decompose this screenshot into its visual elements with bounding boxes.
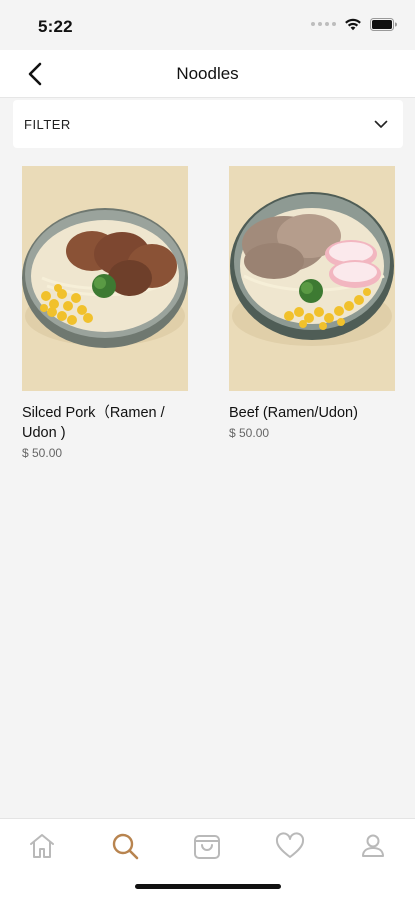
home-icon bbox=[30, 834, 54, 858]
filter-dropdown[interactable]: FILTER bbox=[13, 100, 403, 148]
product-price: $ 50.00 bbox=[22, 446, 63, 460]
product-card[interactable]: Beef (Ramen/Udon) $ 50.00 bbox=[229, 166, 395, 440]
signal-icon bbox=[311, 22, 336, 26]
tab-favorites[interactable] bbox=[273, 829, 307, 863]
battery-icon bbox=[370, 17, 397, 31]
nav-bar: Noodles bbox=[0, 50, 415, 98]
tab-profile[interactable] bbox=[356, 829, 390, 863]
wifi-icon bbox=[345, 18, 361, 31]
product-name: Beef (Ramen/Udon) bbox=[229, 405, 358, 421]
status-icons bbox=[311, 17, 397, 31]
cart-icon bbox=[194, 835, 220, 859]
product-price: $ 50.00 bbox=[229, 426, 270, 440]
tab-home[interactable] bbox=[25, 829, 59, 863]
status-bar: 5:22 bbox=[0, 0, 415, 50]
profile-icon bbox=[362, 834, 384, 857]
tab-cart[interactable] bbox=[190, 829, 224, 863]
product-image-pork-ramen[interactable] bbox=[22, 166, 188, 391]
product-image-beef-ramen[interactable] bbox=[229, 166, 395, 391]
product-name: Silced Pork（Ramen / Udon ) bbox=[22, 405, 165, 441]
heart-icon bbox=[275, 832, 305, 858]
tab-search[interactable] bbox=[108, 829, 142, 863]
filter-label: FILTER bbox=[24, 117, 71, 132]
status-time: 5:22 bbox=[38, 17, 73, 36]
search-icon bbox=[112, 833, 139, 860]
page-title: Noodles bbox=[176, 64, 239, 83]
product-card[interactable]: Silced Pork（Ramen / Udon ) $ 50.00 bbox=[22, 166, 188, 460]
chevron-down-icon bbox=[374, 120, 388, 128]
home-indicator bbox=[135, 884, 281, 889]
